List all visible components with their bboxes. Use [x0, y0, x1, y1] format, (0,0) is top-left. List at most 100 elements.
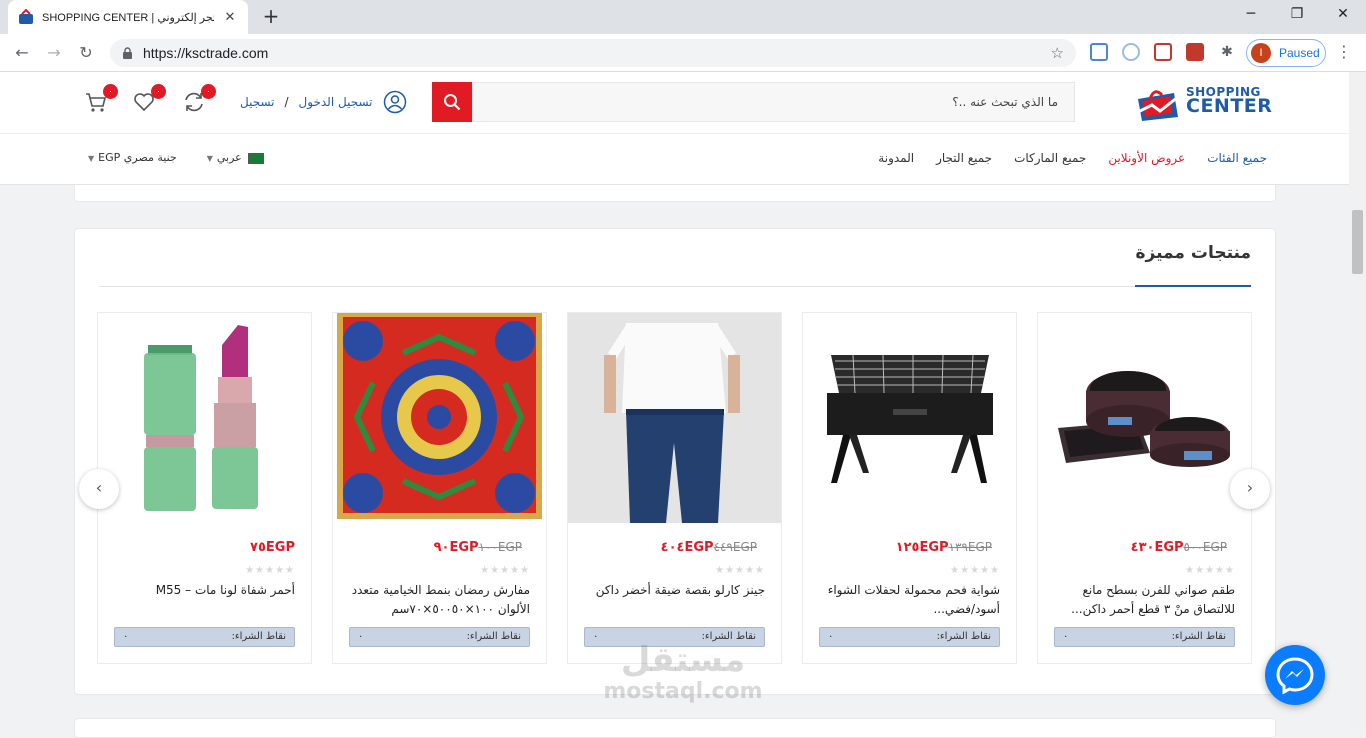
- compare-button[interactable]: ٠: [182, 84, 216, 116]
- section-title: منتجات مميزة: [1135, 243, 1251, 263]
- site-favicon-icon: [19, 9, 33, 24]
- register-link[interactable]: تسجيل: [240, 95, 275, 109]
- page-scrollbar[interactable]: [1349, 72, 1366, 728]
- price-block: ٧٥EGP: [242, 540, 295, 555]
- product-card[interactable]: ٧٥EGP ★★★★★ أحمر شفاة لونا مات – M55 نقا…: [97, 312, 312, 664]
- search-bar: [432, 82, 1075, 122]
- extension-shield-icon[interactable]: [1186, 43, 1204, 61]
- currency-selector[interactable]: جنية مصري EGP▼: [88, 151, 177, 164]
- product-card[interactable]: ٩٠EGP١٠٠EGP ★★★★★ مفارش رمضان بنمط الخيا…: [332, 312, 547, 664]
- scrollbar-thumb[interactable]: [1352, 210, 1363, 274]
- new-tab-button[interactable]: +: [260, 6, 282, 28]
- product-name[interactable]: أحمر شفاة لونا مات – M55: [110, 581, 295, 619]
- wishlist-button[interactable]: ٠: [132, 84, 166, 116]
- chevron-right-icon: ›: [1246, 478, 1254, 497]
- cart-button[interactable]: ٠: [84, 84, 118, 116]
- bakeware-image: [1058, 371, 1230, 467]
- watermark: مستقل mostaql.com: [598, 640, 768, 704]
- currency-label: جنية مصري EGP: [98, 151, 177, 164]
- rating-stars: ★★★★★: [245, 565, 295, 576]
- lock-icon: [123, 46, 132, 59]
- watermark-domain: mostaql.com: [603, 679, 763, 704]
- search-icon: [444, 94, 461, 111]
- product-image[interactable]: [803, 313, 1016, 523]
- carousel-prev-button[interactable]: ‹: [79, 469, 119, 509]
- shopping-bag-logo-icon: [1135, 90, 1179, 121]
- browser-tab[interactable]: SHOPPING CENTER | متجر إلكتروني ✕: [8, 0, 248, 34]
- product-card[interactable]: ١٢٥EGP١٣٩EGP ★★★★★ شواية فحم محمولة لحفل…: [802, 312, 1017, 664]
- product-card[interactable]: ٤٣٠EGP٥٠٠EGP ★★★★★ طقم صواني للفرن بسطح …: [1037, 312, 1252, 664]
- nav-all-brands[interactable]: جميع الماركات: [1014, 151, 1086, 165]
- main-nav: جميع الفئات عروض الأونلاين جميع الماركات…: [0, 134, 1349, 185]
- carousel-next-button[interactable]: ›: [1230, 469, 1270, 509]
- product-name[interactable]: جينز كارلو بقصة ضيقة أخضر داكن: [580, 581, 765, 619]
- product-image[interactable]: [333, 313, 546, 523]
- featured-products-section: منتجات مميزة ٤٣٠EGP٥٠٠EGP ★★★★★ طقم صوان…: [74, 228, 1276, 695]
- chevron-down-icon: ▼: [206, 154, 213, 163]
- points-label: نقاط الشراء:: [936, 631, 991, 642]
- messenger-icon: [1276, 657, 1314, 695]
- previous-section-bottom: [74, 185, 1276, 202]
- price-block: ٤٠٤EGP٤٤٩EGP: [661, 540, 765, 555]
- next-section: [74, 718, 1276, 738]
- forward-icon[interactable]: →: [42, 41, 66, 65]
- close-window-button[interactable]: ✕: [1320, 0, 1366, 30]
- points-label: نقاط الشراء:: [1171, 631, 1226, 642]
- language-label: عربي: [216, 151, 242, 164]
- product-price: ٤٣٠EGP: [1130, 540, 1184, 555]
- browser-menu-icon[interactable]: ⋮: [1336, 43, 1352, 61]
- user-icon[interactable]: [383, 90, 407, 114]
- profile-status: Paused: [1279, 46, 1320, 60]
- compare-count-badge: ٠: [201, 84, 216, 99]
- purchase-points: نقاط الشراء: ٠: [114, 627, 295, 647]
- site-logo[interactable]: SHOPPING CENTER: [1134, 81, 1274, 125]
- purchase-points: نقاط الشراء: ٠: [1054, 627, 1235, 647]
- search-button[interactable]: [432, 82, 472, 122]
- product-old-price: ١٣٩EGP: [948, 540, 992, 554]
- locale-selectors: عربي▼ جنية مصري EGP▼: [88, 151, 264, 164]
- product-name[interactable]: شواية فحم محمولة لحفلات الشواء أسود/فضي.…: [815, 581, 1000, 619]
- extension-doc-icon[interactable]: [1090, 43, 1108, 61]
- login-link[interactable]: تسجيل الدخول: [299, 95, 373, 109]
- product-image[interactable]: [1038, 313, 1251, 523]
- messenger-chat-button[interactable]: [1265, 645, 1325, 705]
- product-image[interactable]: [98, 313, 311, 523]
- nav-online-offers[interactable]: عروض الأونلاين: [1108, 151, 1185, 165]
- tab-close-icon[interactable]: ✕: [222, 10, 238, 25]
- product-old-price: ١٠٠EGP: [478, 540, 522, 554]
- purchase-points: نقاط الشراء: ٠: [349, 627, 530, 647]
- nav-links: جميع الفئات عروض الأونلاين جميع الماركات…: [878, 151, 1267, 165]
- language-selector[interactable]: عربي▼: [207, 151, 264, 164]
- bookmark-star-icon[interactable]: ☆: [1051, 44, 1064, 62]
- watermark-arabic: مستقل: [620, 640, 746, 680]
- extension-pdf-icon[interactable]: [1122, 43, 1140, 61]
- product-old-price: ٥٠٠EGP: [1183, 540, 1227, 554]
- nav-blog[interactable]: المدونة: [878, 151, 914, 165]
- logo-line2: CENTER: [1186, 95, 1273, 117]
- profile-avatar: I: [1251, 43, 1271, 63]
- nav-all-categories[interactable]: جميع الفئات: [1207, 151, 1267, 165]
- product-price: ١٢٥EGP: [895, 540, 949, 555]
- search-input[interactable]: [472, 82, 1075, 122]
- cart-count-badge: ٠: [103, 84, 118, 99]
- restore-button[interactable]: ❐: [1274, 0, 1320, 30]
- address-bar[interactable]: https://ksctrade.com ☆: [110, 39, 1076, 67]
- extensions-puzzle-icon[interactable]: ✱: [1218, 43, 1236, 61]
- rating-stars: ★★★★★: [950, 565, 1000, 576]
- profile-button[interactable]: I Paused: [1246, 39, 1326, 67]
- product-name[interactable]: طقم صواني للفرن بسطح مانع للالتصاق منْ ٣…: [1050, 581, 1235, 619]
- minimize-button[interactable]: ─: [1228, 0, 1274, 30]
- product-image[interactable]: [568, 313, 781, 523]
- browser-tabstrip: SHOPPING CENTER | متجر إلكتروني ✕ + ─ ❐ …: [0, 0, 1366, 34]
- site-header: SHOPPING CENTER تسجيل الدخول / تسجيل ٠ ٠…: [0, 72, 1349, 134]
- points-value: ٠: [123, 631, 129, 642]
- product-name[interactable]: مفارش رمضان بنمط الخيامية متعدد الألوان …: [345, 581, 530, 619]
- url-text: https://ksctrade.com: [143, 45, 269, 61]
- extension-pocket-icon[interactable]: [1154, 43, 1172, 61]
- flag-icon: [247, 152, 264, 164]
- reload-icon[interactable]: ↻: [74, 41, 98, 65]
- tab-title: SHOPPING CENTER | متجر إلكتروني: [42, 11, 214, 24]
- back-icon[interactable]: ←: [10, 41, 34, 65]
- nav-all-merchants[interactable]: جميع التجار: [936, 151, 992, 165]
- product-card[interactable]: ٤٠٤EGP٤٤٩EGP ★★★★★ جينز كارلو بقصة ضيقة …: [567, 312, 782, 664]
